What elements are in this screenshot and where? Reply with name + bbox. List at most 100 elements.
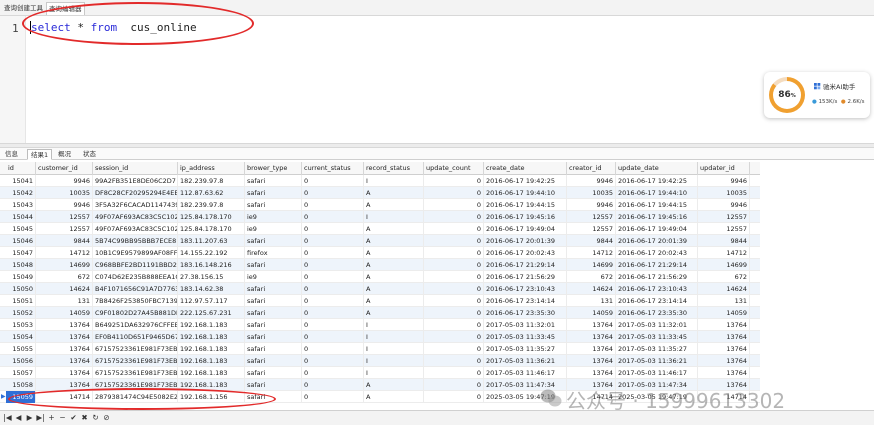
cell-current-status[interactable]: 0 — [302, 307, 364, 319]
cell-customer-id[interactable]: 13764 — [36, 331, 93, 343]
cell-customer-id[interactable]: 9844 — [36, 235, 93, 247]
column-header-customer-id[interactable]: customer_id — [36, 162, 93, 175]
cell-creator-id[interactable]: 14624 — [567, 283, 616, 295]
cell-current-status[interactable]: 0 — [302, 319, 364, 331]
cell-update-count[interactable]: 0 — [424, 175, 484, 187]
column-header-create-date[interactable]: create_date — [484, 162, 567, 175]
cell-session-id[interactable]: DF8C28CF20295294E4EE — [93, 187, 178, 199]
cell-current-status[interactable]: 0 — [302, 367, 364, 379]
column-header-ip-address[interactable]: ip_address — [178, 162, 245, 175]
cell-record-status[interactable]: A — [364, 283, 424, 295]
cell-update-date[interactable]: 2016-06-17 19:45:16 — [616, 211, 698, 223]
cell-customer-id[interactable]: 14699 — [36, 259, 93, 271]
cell-update-date[interactable]: 2016-06-17 19:44:10 — [616, 187, 698, 199]
cell-brower-type[interactable]: safari — [245, 355, 302, 367]
table-row[interactable]: 15045 12557 49F07AF693AC83C5C102 125.84.178… — [0, 223, 760, 235]
cell-ip-address[interactable]: 125.84.178.170 — [178, 223, 245, 235]
cell-session-id[interactable]: B4F1071656C91A7D7763 — [93, 283, 178, 295]
cell-updater-id[interactable]: 9946 — [698, 175, 750, 187]
cell-brower-type[interactable]: safari — [245, 307, 302, 319]
cell-update-date[interactable]: 2016-06-17 23:14:14 — [616, 295, 698, 307]
cell-record-status[interactable]: A — [364, 271, 424, 283]
cell-session-id[interactable]: 67157523361E981F73EB6 — [93, 343, 178, 355]
cell-updater-id[interactable]: 13764 — [698, 319, 750, 331]
column-header-brower-type[interactable]: brower_type — [245, 162, 302, 175]
cell-session-id[interactable]: C968BBFE2BD1191BBD22 — [93, 259, 178, 271]
cell-customer-id[interactable]: 13764 — [36, 343, 93, 355]
cell-create-date[interactable]: 2016-06-17 21:56:29 — [484, 271, 567, 283]
cell-updater-id[interactable]: 13764 — [698, 343, 750, 355]
cell-current-status[interactable]: 0 — [302, 331, 364, 343]
cell-customer-id[interactable]: 13764 — [36, 355, 93, 367]
cell-create-date[interactable]: 2016-06-17 19:45:16 — [484, 211, 567, 223]
cell-update-date[interactable]: 2016-06-17 19:42:25 — [616, 175, 698, 187]
cell-update-count[interactable]: 0 — [424, 391, 484, 403]
cell-updater-id[interactable]: 9844 — [698, 235, 750, 247]
previous-record-icon[interactable]: ◀ — [14, 413, 23, 423]
cell-update-count[interactable]: 0 — [424, 283, 484, 295]
cell-ip-address[interactable]: 112.97.57.117 — [178, 295, 245, 307]
cell-brower-type[interactable]: ie9 — [245, 223, 302, 235]
cell-create-date[interactable]: 2016-06-17 19:42:25 — [484, 175, 567, 187]
cell-creator-id[interactable]: 14059 — [567, 307, 616, 319]
cell-create-date[interactable]: 2016-06-17 23:35:30 — [484, 307, 567, 319]
cell-updater-id[interactable]: 10035 — [698, 187, 750, 199]
cell-session-id[interactable]: 67157523361E981F73EB6 — [93, 367, 178, 379]
cell-session-id[interactable]: B649251DA632976CFFEE — [93, 319, 178, 331]
cell-updater-id[interactable]: 131 — [698, 295, 750, 307]
cell-record-status[interactable]: A — [364, 307, 424, 319]
cell-update-count[interactable]: 0 — [424, 295, 484, 307]
table-row[interactable]: 15053 13764 B649251DA632976CFFEE 192.168.1.… — [0, 319, 760, 331]
cell-create-date[interactable]: 2017-05-03 11:35:27 — [484, 343, 567, 355]
table-row[interactable]: 15052 14059 C9F01802D27A45B881DE 222.125.67… — [0, 307, 760, 319]
cell-record-status[interactable]: A — [364, 379, 424, 391]
cell-current-status[interactable]: 0 — [302, 379, 364, 391]
cell-ip-address[interactable]: 183.14.62.38 — [178, 283, 245, 295]
tab-info[interactable]: 信息 — [2, 149, 21, 160]
cell-record-status[interactable]: A — [364, 187, 424, 199]
cell-ip-address[interactable]: 183.11.207.63 — [178, 235, 245, 247]
cell-current-status[interactable]: 0 — [302, 391, 364, 403]
cell-ip-address[interactable]: 182.239.97.8 — [178, 199, 245, 211]
cell-create-date[interactable]: 2017-05-03 11:36:21 — [484, 355, 567, 367]
cell-update-date[interactable]: 2016-06-17 20:02:43 — [616, 247, 698, 259]
apply-changes-icon[interactable]: ✔ — [69, 413, 78, 423]
discard-changes-icon[interactable]: ✖ — [80, 413, 89, 423]
cell-session-id[interactable]: C074D62E235B888EEA1C — [93, 271, 178, 283]
cell-id[interactable]: 15056 — [6, 355, 36, 367]
cell-ip-address[interactable]: 222.125.67.231 — [178, 307, 245, 319]
cell-brower-type[interactable]: ie9 — [245, 211, 302, 223]
cell-updater-id[interactable]: 14712 — [698, 247, 750, 259]
cell-update-date[interactable]: 2016-06-17 20:01:39 — [616, 235, 698, 247]
cell-update-count[interactable]: 0 — [424, 271, 484, 283]
cell-record-status[interactable]: A — [364, 235, 424, 247]
cell-creator-id[interactable]: 672 — [567, 271, 616, 283]
cell-current-status[interactable]: 0 — [302, 211, 364, 223]
cell-create-date[interactable]: 2016-06-17 21:29:14 — [484, 259, 567, 271]
cell-updater-id[interactable]: 14059 — [698, 307, 750, 319]
cell-brower-type[interactable]: safari — [245, 379, 302, 391]
cell-update-date[interactable]: 2016-06-17 19:44:15 — [616, 199, 698, 211]
column-header-update-date[interactable]: update_date — [616, 162, 698, 175]
cell-update-count[interactable]: 0 — [424, 355, 484, 367]
cell-brower-type[interactable]: safari — [245, 343, 302, 355]
cell-creator-id[interactable]: 13764 — [567, 319, 616, 331]
cell-create-date[interactable]: 2017-05-03 11:33:45 — [484, 331, 567, 343]
cell-customer-id[interactable]: 12557 — [36, 223, 93, 235]
table-row[interactable]: 15044 12557 49F07AF693AC83C5C102 125.84.178… — [0, 211, 760, 223]
cell-brower-type[interactable]: safari — [245, 331, 302, 343]
cell-ip-address[interactable]: 27.38.156.15 — [178, 271, 245, 283]
cell-session-id[interactable]: 3F5A32F6CACAD1147439 — [93, 199, 178, 211]
cell-id[interactable]: 15058 — [6, 379, 36, 391]
table-row[interactable]: 15057 13764 67157523361E981F73EB6 192.168.1… — [0, 367, 760, 379]
cell-current-status[interactable]: 0 — [302, 235, 364, 247]
cell-brower-type[interactable]: safari — [245, 283, 302, 295]
tab-status[interactable]: 状态 — [80, 149, 99, 160]
cell-update-count[interactable]: 0 — [424, 331, 484, 343]
cell-creator-id[interactable]: 12557 — [567, 211, 616, 223]
table-row[interactable]: 15042 10035 DF8C28CF20295294E4EE 112.87.63.… — [0, 187, 760, 199]
cell-customer-id[interactable]: 10035 — [36, 187, 93, 199]
cell-id[interactable]: 15052 — [6, 307, 36, 319]
cell-record-status[interactable]: I — [364, 331, 424, 343]
cell-customer-id[interactable]: 14059 — [36, 307, 93, 319]
